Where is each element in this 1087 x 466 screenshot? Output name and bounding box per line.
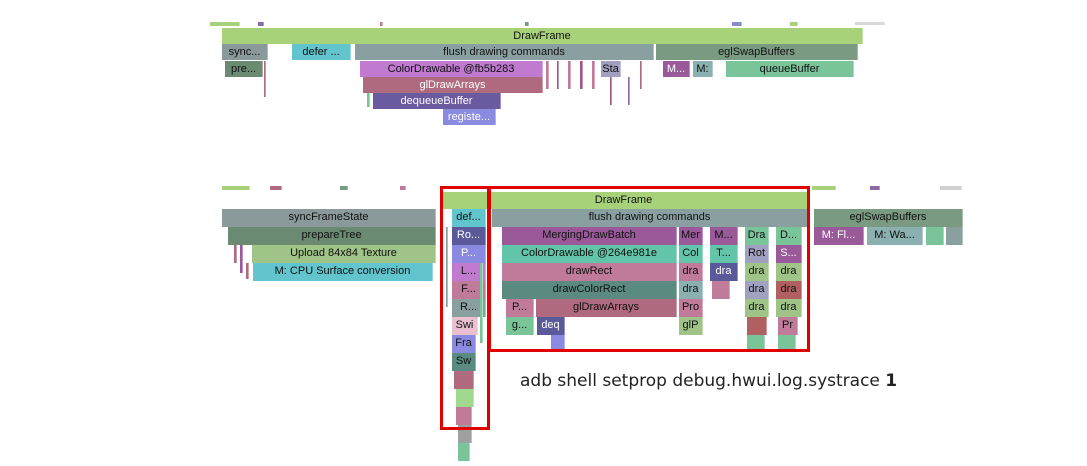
slice-pro[interactable]: Pro	[679, 299, 703, 317]
slice-sw[interactable]: Sw	[452, 353, 476, 371]
trace-sliver[interactable]	[480, 263, 483, 343]
trace-sliver[interactable]	[458, 443, 470, 461]
slice-col[interactable]: Col	[679, 245, 703, 263]
slice-cpu-surface[interactable]: M: CPU Surface conversion	[253, 263, 433, 281]
trace-sliver[interactable]	[458, 425, 472, 443]
slice-pr[interactable]: Pr	[778, 317, 798, 335]
trace-sliver[interactable]	[946, 227, 963, 245]
slice-m-wa[interactable]: M: Wa...	[867, 227, 923, 245]
slice-m-fl[interactable]: M: Fl...	[814, 227, 864, 245]
trace-tick[interactable]	[812, 186, 836, 190]
slice-ro[interactable]: Ro...	[452, 227, 486, 245]
slice-p2[interactable]: P...	[506, 299, 534, 317]
slice-mer[interactable]: Mer	[679, 227, 703, 245]
trace-tick[interactable]	[222, 186, 250, 190]
trace-tick[interactable]	[340, 186, 348, 190]
slice-dra-r4[interactable]: dra	[776, 263, 802, 281]
slice-dra-g1[interactable]: dra	[745, 299, 769, 317]
trace-sliver[interactable]	[551, 335, 565, 351]
slice-g[interactable]: g...	[506, 317, 534, 335]
trace-tick[interactable]	[940, 186, 962, 190]
slice-dra-c1[interactable]: dra	[679, 281, 703, 299]
slice-sync-frame-state[interactable]: syncFrameState	[222, 209, 436, 227]
slice-glp[interactable]: glP	[679, 317, 703, 335]
slice-dra-g2[interactable]: dra	[776, 299, 802, 317]
slice-draw-rect[interactable]: drawRect	[502, 263, 677, 281]
trace-sliver[interactable]	[778, 335, 796, 351]
slice-upload-texture[interactable]: Upload 84x84 Texture	[252, 245, 436, 263]
slice-prepare-tree[interactable]: prepareTree	[228, 227, 436, 245]
slice-s[interactable]: S...	[776, 245, 802, 263]
slice-dra-r1[interactable]: dra	[679, 263, 703, 281]
slice-rot[interactable]: Rot	[745, 245, 769, 263]
caption-value: 1	[885, 371, 898, 391]
slice-colordrawable-bottom[interactable]: ColorDrawable @264e981e	[502, 245, 677, 263]
slice-flush-bottom[interactable]: flush drawing commands	[492, 209, 808, 227]
trace-tick[interactable]	[870, 186, 880, 190]
bottom-trace: DrawFrame syncFrameState def... flush dr…	[0, 0, 1087, 466]
trace-sliver[interactable]	[446, 227, 448, 307]
slice-egl-bottom[interactable]: eglSwapBuffers	[814, 209, 963, 227]
slice-dra-top[interactable]: Dra	[745, 227, 769, 245]
caption: adb shell setprop debug.hwui.log.systrac…	[520, 371, 897, 391]
trace-sliver[interactable]	[240, 245, 243, 273]
slice-dra-r2[interactable]: dra	[710, 263, 738, 281]
slice-t[interactable]: T...	[710, 245, 738, 263]
slice-drawframe-bottom[interactable]: DrawFrame	[440, 192, 808, 209]
slice-deq[interactable]: deq	[537, 317, 565, 335]
trace-sliver[interactable]	[747, 317, 767, 335]
slice-draw-color-rect[interactable]: drawColorRect	[502, 281, 677, 299]
slice-d[interactable]: D...	[776, 227, 802, 245]
slice-dra-c4[interactable]: dra	[776, 281, 802, 299]
trace-sliver[interactable]	[926, 227, 944, 245]
slice-m[interactable]: M...	[710, 227, 738, 245]
slice-dra-r3[interactable]: dra	[745, 263, 769, 281]
slice-gl-draw-arrays[interactable]: glDrawArrays	[536, 299, 677, 317]
trace-sliver[interactable]	[454, 371, 474, 389]
slice-p1[interactable]: P...	[452, 245, 486, 263]
trace-sliver[interactable]	[456, 389, 474, 407]
slice-fra[interactable]: Fra	[452, 335, 476, 353]
slice-def[interactable]: def...	[452, 209, 486, 227]
trace-tick[interactable]	[400, 186, 406, 190]
trace-tick[interactable]	[270, 186, 282, 190]
trace-sliver[interactable]	[747, 335, 765, 351]
trace-sliver[interactable]	[456, 407, 472, 425]
trace-sliver[interactable]	[712, 281, 730, 299]
caption-text: adb shell setprop debug.hwui.log.systrac…	[520, 371, 886, 391]
trace-sliver[interactable]	[246, 263, 249, 279]
slice-merging-draw-batch[interactable]: MergingDrawBatch	[502, 227, 677, 245]
slice-dra-c3[interactable]: dra	[745, 281, 769, 299]
slice-swi[interactable]: Swi	[452, 317, 478, 335]
trace-sliver[interactable]	[234, 245, 237, 263]
